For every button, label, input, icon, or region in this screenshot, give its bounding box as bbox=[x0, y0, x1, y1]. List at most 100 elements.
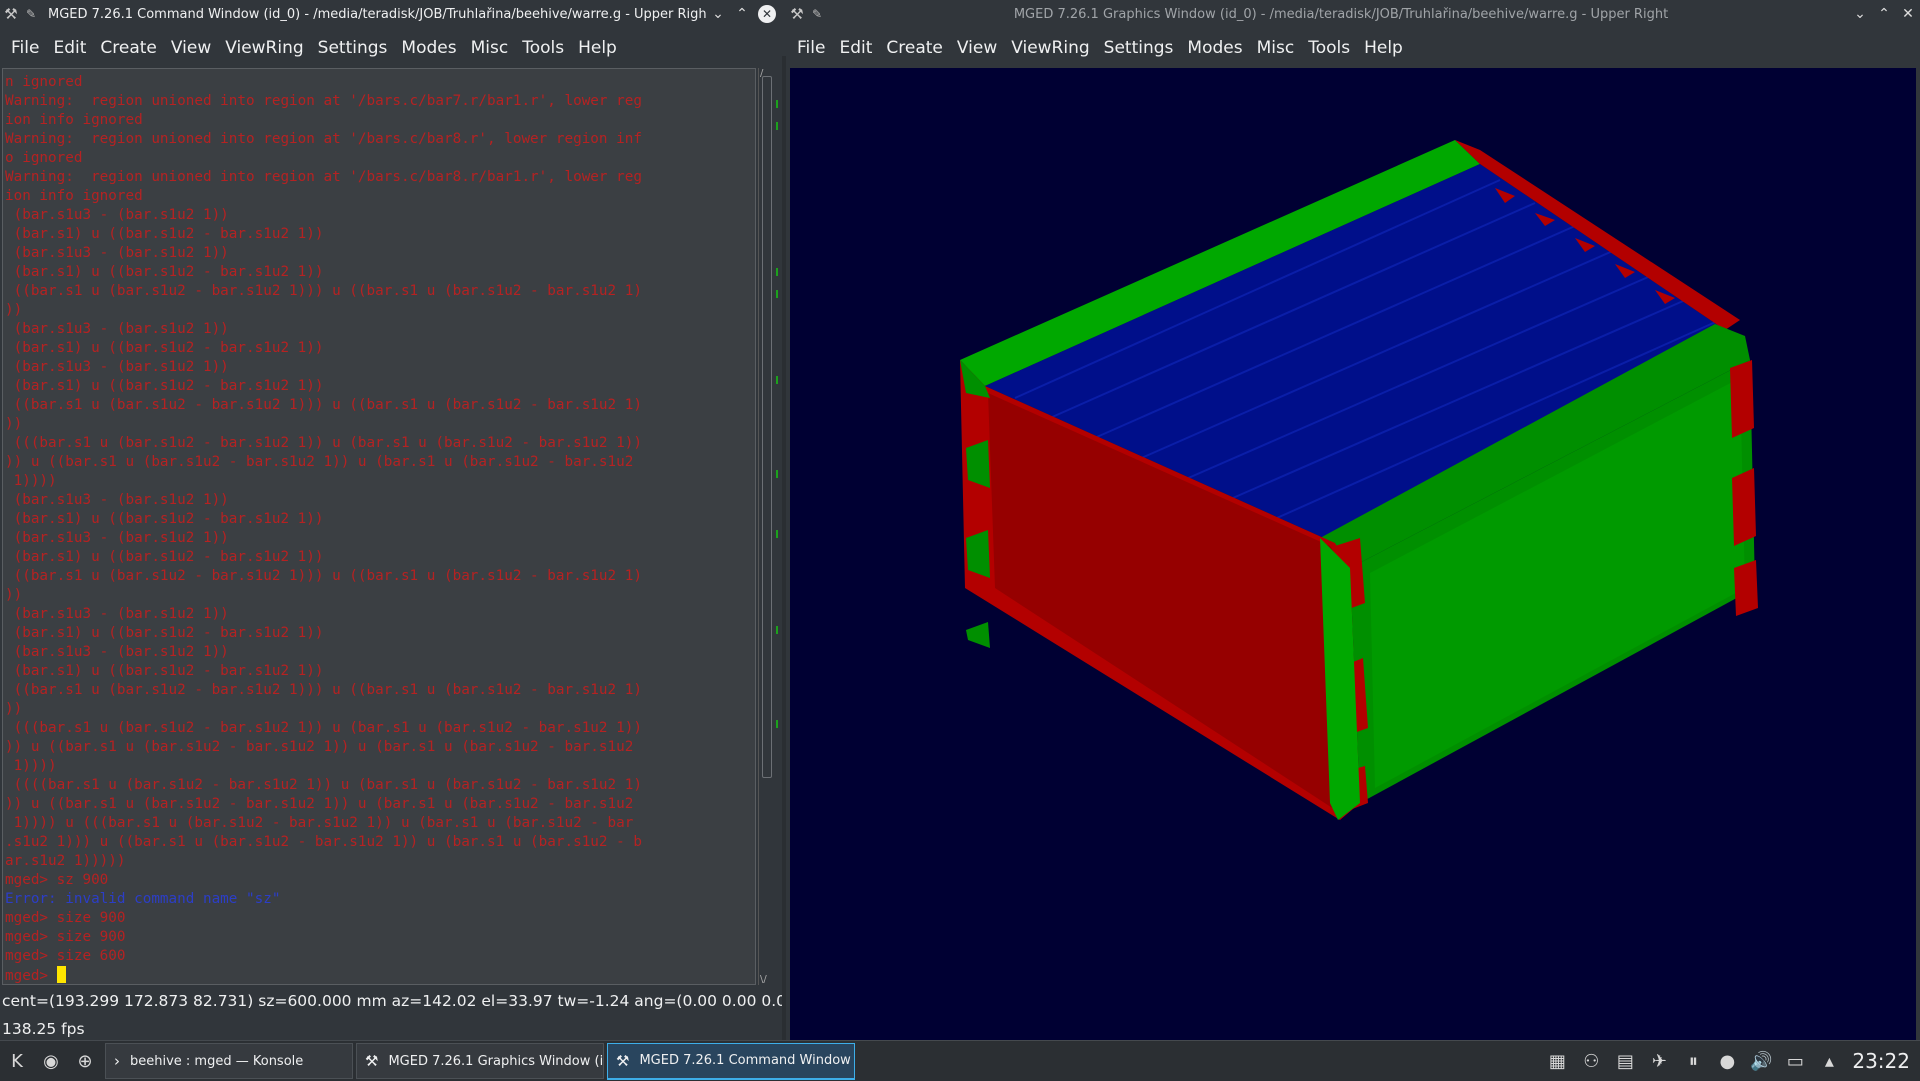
network-app-icon[interactable]: ⊕ bbox=[68, 1051, 102, 1072]
console-line: )) bbox=[5, 415, 755, 434]
task-graphics-window[interactable]: ⚒ MGED 7.26.1 Graphics Window (id_0) bbox=[356, 1043, 604, 1079]
console-line-text: (bar.s1u3 - (bar.s1u2 1)) bbox=[5, 359, 229, 375]
green-tick bbox=[776, 122, 784, 130]
console-line: Warning: region unioned into region at '… bbox=[5, 130, 755, 149]
menu-edit[interactable]: Edit bbox=[46, 38, 93, 58]
console-line-text: (bar.s1) u ((bar.s1u2 - bar.s1u2 1)) bbox=[5, 511, 324, 527]
menu-modes[interactable]: Modes bbox=[394, 38, 463, 58]
command-menubar: File Edit Create View ViewRing Settings … bbox=[0, 28, 782, 68]
menu-misc[interactable]: Misc bbox=[1250, 38, 1302, 58]
menu-help[interactable]: Help bbox=[571, 38, 624, 58]
console-line: )) bbox=[5, 700, 755, 719]
terminal-icon: › bbox=[114, 1052, 120, 1070]
menu-settings[interactable]: Settings bbox=[1097, 38, 1181, 58]
task-konsole[interactable]: › beehive : mged — Konsole bbox=[105, 1043, 353, 1079]
menu-edit[interactable]: Edit bbox=[832, 38, 879, 58]
console-line: )) u ((bar.s1 u (bar.s1u2 - bar.s1u2 1))… bbox=[5, 738, 755, 757]
console-line: (bar.s1) u ((bar.s1u2 - bar.s1u2 1)) bbox=[5, 225, 755, 244]
kde-menu-icon[interactable]: K bbox=[0, 1051, 34, 1072]
task-label: MGED 7.26.1 Graphics Window (id_0) bbox=[388, 1053, 604, 1069]
menu-tools[interactable]: Tools bbox=[515, 38, 571, 58]
console-line: mged> size 900 bbox=[5, 928, 755, 947]
console-line: ((bar.s1 u (bar.s1u2 - bar.s1u2 1))) u (… bbox=[5, 567, 755, 586]
green-tick bbox=[776, 268, 784, 276]
close-icon[interactable]: ✕ bbox=[758, 5, 776, 23]
command-console[interactable]: n ignored Warning: region unioned into re… bbox=[2, 68, 756, 985]
menu-view[interactable]: View bbox=[164, 38, 218, 58]
mged-icon: ⚒ bbox=[616, 1051, 630, 1070]
console-line: n ignored bbox=[5, 73, 755, 92]
menu-tools[interactable]: Tools bbox=[1301, 38, 1357, 58]
task-label: MGED 7.26.1 Command Window (id_ bbox=[639, 1053, 855, 1068]
maximize-icon[interactable]: ⌃ bbox=[1872, 6, 1896, 22]
minimize-icon[interactable]: ⌄ bbox=[1848, 6, 1872, 22]
graphics-window-titlebar[interactable]: ⚒ ✎ MGED 7.26.1 Graphics Window (id_0) -… bbox=[786, 0, 1920, 28]
console-line: (bar.s1) u ((bar.s1u2 - bar.s1u2 1)) bbox=[5, 662, 755, 681]
menu-misc[interactable]: Misc bbox=[464, 38, 516, 58]
command-window-titlebar[interactable]: ⚒ ✎ MGED 7.26.1 Command Window (id_0) - … bbox=[0, 0, 782, 28]
console-line-text: Error: invalid command name "sz" bbox=[5, 891, 281, 907]
close-icon[interactable]: ✕ bbox=[1896, 6, 1920, 22]
console-line: )) u ((bar.s1 u (bar.s1u2 - bar.s1u2 1))… bbox=[5, 795, 755, 814]
console-line-text: 1)))) bbox=[5, 473, 57, 489]
app-icon[interactable]: ⚒ bbox=[786, 5, 808, 23]
clipboard-icon[interactable]: ▤ bbox=[1608, 1051, 1642, 1072]
menu-create[interactable]: Create bbox=[93, 38, 164, 58]
minimize-icon[interactable]: ⌄ bbox=[706, 6, 730, 22]
3d-viewport[interactable] bbox=[790, 68, 1916, 1040]
menu-file[interactable]: File bbox=[790, 38, 832, 58]
console-line-text: (bar.s1u3 - (bar.s1u2 1)) bbox=[5, 644, 229, 660]
console-line-text: (bar.s1) u ((bar.s1u2 - bar.s1u2 1)) bbox=[5, 378, 324, 394]
console-line: ar.s1u2 1))))) bbox=[5, 852, 755, 871]
media-pause-icon[interactable]: ⏸ bbox=[1676, 1051, 1710, 1072]
console-line-text: Warning: region unioned into region at '… bbox=[5, 131, 642, 147]
console-line: 1)))) u (((bar.s1 u (bar.s1u2 - bar.s1u2… bbox=[5, 814, 755, 833]
console-line: (bar.s1u3 - (bar.s1u2 1)) bbox=[5, 244, 755, 263]
pin-icon[interactable]: ✎ bbox=[808, 7, 826, 21]
menu-modes[interactable]: Modes bbox=[1180, 38, 1249, 58]
menu-create[interactable]: Create bbox=[879, 38, 950, 58]
menu-help[interactable]: Help bbox=[1357, 38, 1410, 58]
notification-icon[interactable]: ● bbox=[1710, 1051, 1744, 1072]
console-line: )) bbox=[5, 301, 755, 320]
console-line-text: )) bbox=[5, 302, 23, 318]
green-tick bbox=[776, 626, 784, 634]
chrome-icon[interactable]: ◉ bbox=[34, 1051, 68, 1072]
menu-viewring[interactable]: ViewRing bbox=[218, 38, 310, 58]
console-scrollbar[interactable]: / \/ bbox=[758, 68, 773, 985]
green-tick bbox=[776, 720, 784, 728]
menu-file[interactable]: File bbox=[4, 38, 46, 58]
scroll-down-icon[interactable]: \/ bbox=[760, 974, 767, 985]
volume-icon[interactable]: 🔊 bbox=[1744, 1051, 1778, 1072]
green-tick bbox=[776, 100, 784, 108]
console-line-text: (bar.s1) u ((bar.s1u2 - bar.s1u2 1)) bbox=[5, 264, 324, 280]
console-line: (((bar.s1 u (bar.s1u2 - bar.s1u2 1)) u (… bbox=[5, 434, 755, 453]
console-line-text: 1)))) bbox=[5, 758, 57, 774]
display-icon[interactable]: ▭ bbox=[1778, 1051, 1812, 1072]
pager-icon[interactable]: ▦ bbox=[1540, 1051, 1574, 1072]
pin-icon[interactable]: ✎ bbox=[22, 7, 40, 21]
system-tray: ▦ ⚇ ▤ ✈ ⏸ ● 🔊 ▭ ▴ 23:22 bbox=[1540, 1049, 1920, 1073]
menu-viewring[interactable]: ViewRing bbox=[1004, 38, 1096, 58]
tray-expand-icon[interactable]: ▴ bbox=[1812, 1051, 1846, 1072]
console-line-text: )) bbox=[5, 416, 23, 432]
console-line: (bar.s1) u ((bar.s1u2 - bar.s1u2 1)) bbox=[5, 510, 755, 529]
command-window: ⚒ ✎ MGED 7.26.1 Command Window (id_0) - … bbox=[0, 0, 782, 1040]
console-line-text: (bar.s1u3 - (bar.s1u2 1)) bbox=[5, 321, 229, 337]
menu-settings[interactable]: Settings bbox=[311, 38, 395, 58]
task-command-window[interactable]: ⚒ MGED 7.26.1 Command Window (id_ bbox=[607, 1042, 855, 1080]
user-icon[interactable]: ⚇ bbox=[1574, 1051, 1608, 1072]
menu-view[interactable]: View bbox=[950, 38, 1004, 58]
console-line-text: ion info ignored bbox=[5, 112, 143, 128]
console-line-text: (bar.s1u3 - (bar.s1u2 1)) bbox=[5, 207, 229, 223]
console-line-text: mged> size 900 bbox=[5, 910, 126, 926]
app-icon[interactable]: ⚒ bbox=[0, 5, 22, 23]
console-line-text: Warning: region unioned into region at '… bbox=[5, 169, 642, 185]
updates-icon[interactable]: ✈ bbox=[1642, 1051, 1676, 1072]
maximize-icon[interactable]: ⌃ bbox=[730, 6, 754, 22]
clock[interactable]: 23:22 bbox=[1846, 1049, 1920, 1073]
console-line-text: (bar.s1u3 - (bar.s1u2 1)) bbox=[5, 492, 229, 508]
console-line: (bar.s1) u ((bar.s1u2 - bar.s1u2 1)) bbox=[5, 548, 755, 567]
console-line-text: mged> size 600 bbox=[5, 948, 126, 964]
scrollbar-thumb[interactable] bbox=[762, 76, 772, 778]
